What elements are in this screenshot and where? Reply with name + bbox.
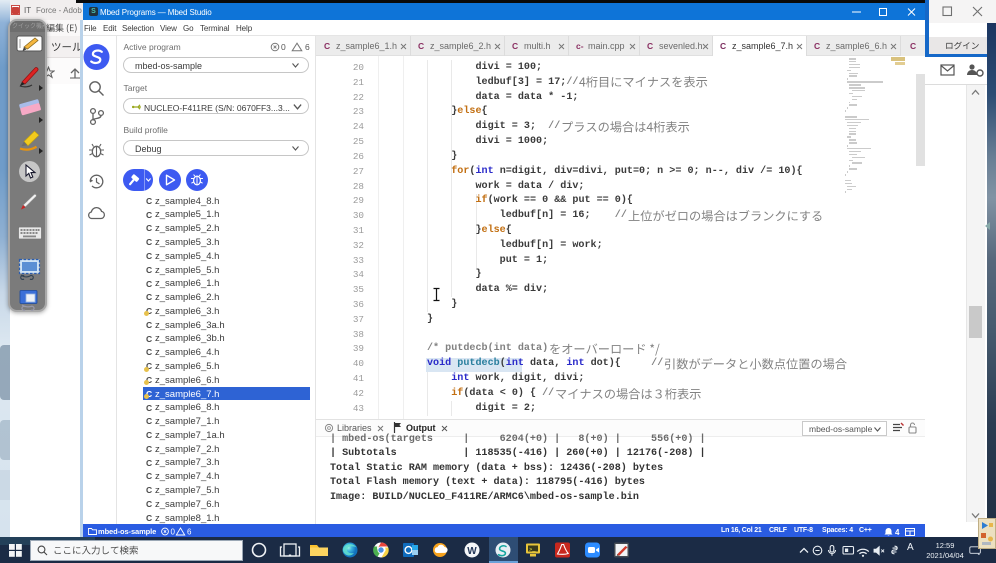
svg-text:4: 4: [895, 528, 900, 537]
svg-text:6: 6: [305, 42, 310, 52]
svg-text:>_: >_: [529, 546, 536, 553]
svg-text:0: 0: [281, 42, 286, 52]
svg-text:W: W: [467, 546, 477, 557]
svg-text:0: 0: [171, 528, 176, 537]
svg-text:6: 6: [187, 528, 192, 537]
